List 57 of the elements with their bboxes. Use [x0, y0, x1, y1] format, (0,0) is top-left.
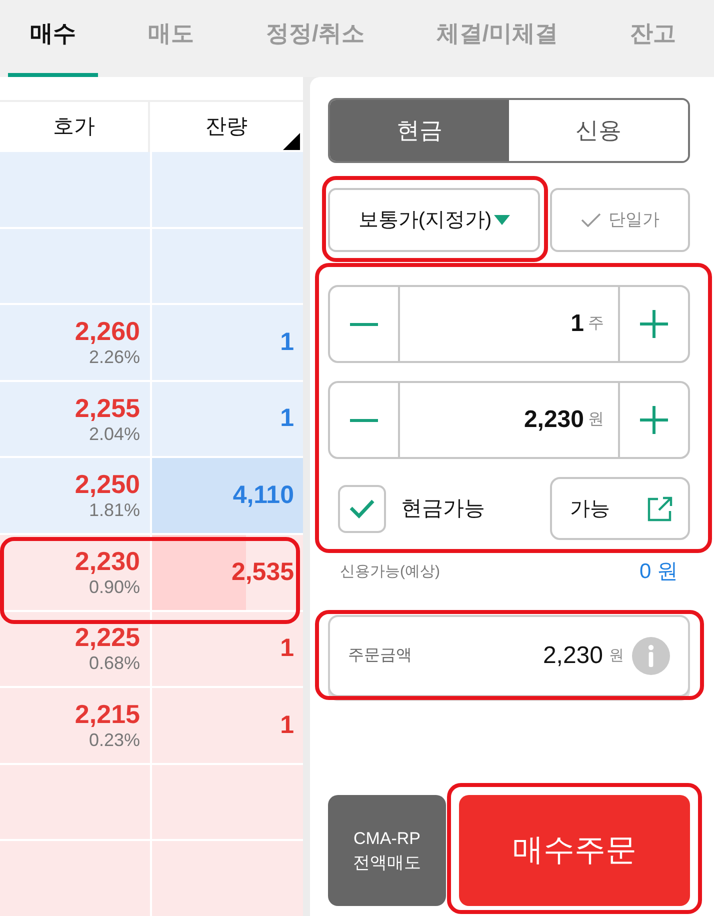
order-amount-value: 2,230 [542, 641, 603, 671]
corner-triangle-icon [283, 133, 300, 150]
tab[interactable]: 잔고 [608, 0, 698, 77]
sell-all-button[interactable]: CMA-RP 전액매도 [328, 795, 446, 906]
order-amount-label: 주문금액 [348, 646, 412, 666]
credit-available-value: 0 원 [639, 559, 678, 586]
order-book-row[interactable] [0, 228, 303, 304]
buy-order-button[interactable]: 매수주문 [459, 795, 690, 906]
change-percent-text: 2.26% [88, 346, 140, 368]
price-field[interactable]: 2,230 원 [400, 383, 618, 457]
toggle-button[interactable]: 단일가 [550, 188, 690, 252]
price-text: 2,215 [74, 700, 140, 729]
quantity-text: 4,110 [232, 480, 294, 511]
price-text: 2,230 [74, 546, 140, 576]
plus-icon [640, 406, 668, 434]
order-book-row[interactable]: 2,225 0.68% 1 [0, 612, 303, 686]
price-text: 2,255 [74, 394, 140, 423]
order-book-row[interactable]: 2,250 1.81% 4,110 [0, 458, 303, 533]
change-percent-text: 2.04% [88, 422, 140, 445]
order-book-row[interactable]: 2,260 2.26% 1 [0, 305, 303, 380]
change-percent-text: 0.68% [88, 652, 140, 674]
tab[interactable]: 정정/취소 [244, 0, 386, 77]
available-button[interactable]: 가능 [550, 477, 690, 540]
column-header: 잔량 [150, 102, 303, 152]
order-book-row[interactable]: 2,215 0.23% 1 [0, 688, 303, 763]
unit-label: 원 [588, 410, 604, 430]
change-percent-text: 0.90% [88, 576, 140, 598]
segmented-tab[interactable]: 현금 [330, 100, 509, 161]
quantity-text: 1 [280, 633, 294, 664]
check-icon [349, 498, 375, 518]
price-text: 2,225 [74, 623, 140, 652]
price-text: 2,260 [74, 316, 140, 346]
minus-icon [350, 322, 378, 326]
change-percent-text: 0.23% [88, 728, 140, 751]
unit-label: 원 [609, 646, 624, 666]
tab[interactable]: 매도 [126, 0, 216, 77]
dropdown-triangle-icon [494, 215, 510, 225]
unit-label: 주 [588, 314, 604, 334]
tab[interactable]: 체결/미체결 [414, 0, 580, 77]
info-icon [632, 637, 670, 675]
external-link-icon [646, 494, 674, 522]
quantity-text: 1 [280, 326, 294, 358]
plus-icon [640, 310, 668, 338]
checkbox-label: 현금가능 [401, 496, 485, 522]
quantity-text: 1 [280, 403, 294, 434]
quantity-field[interactable]: 1 주 [400, 287, 618, 361]
quantity-text: 2,535 [231, 556, 294, 588]
credit-available-label: 신용가능(예상) [340, 562, 440, 582]
order-book-row[interactable]: 2,255 2.04% 1 [0, 382, 303, 456]
minus-icon [350, 418, 378, 422]
order-book-row[interactable]: 2,230 0.90% 2,535 [0, 534, 303, 610]
price-text: 2,250 [74, 470, 140, 500]
checkbox[interactable] [338, 484, 386, 532]
order-book-row[interactable] [0, 152, 303, 227]
change-percent-text: 1.81% [88, 499, 140, 522]
dropdown-button[interactable]: 보통가(지정가) [328, 188, 540, 252]
quantity-text: 1 [280, 710, 294, 741]
